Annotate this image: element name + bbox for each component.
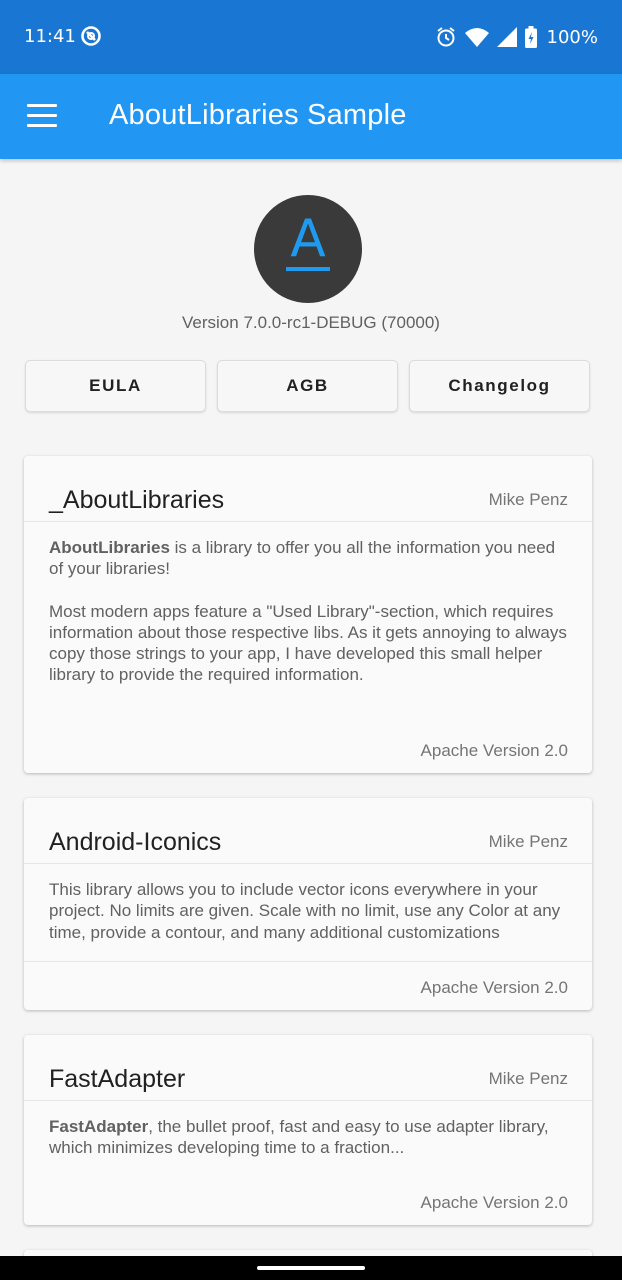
logo-letter: A bbox=[290, 209, 326, 269]
app-version: Version 7.0.0-rc1-DEBUG (70000) bbox=[182, 313, 440, 332]
library-license[interactable]: Apache Version 2.0 bbox=[421, 741, 568, 761]
menu-icon[interactable] bbox=[27, 104, 57, 128]
home-gesture-handle[interactable] bbox=[257, 1266, 365, 1270]
library-author[interactable]: Mike Penz bbox=[489, 1069, 568, 1089]
library-description: This library allows you to include vecto… bbox=[49, 880, 561, 942]
divider bbox=[24, 1100, 592, 1101]
library-description: AboutLibraries is a library to offer you… bbox=[49, 537, 574, 686]
divider bbox=[24, 521, 592, 522]
logo-underline bbox=[286, 267, 330, 271]
library-name: Android-Iconics bbox=[49, 828, 222, 856]
wifi-icon bbox=[464, 28, 489, 47]
app-logo: A bbox=[254, 195, 362, 303]
library-description: FastAdapter, the bullet proof, fast and … bbox=[49, 1116, 574, 1159]
description-paragraph: AboutLibraries is a library to offer you… bbox=[49, 537, 574, 580]
navigation-bar bbox=[0, 1256, 622, 1280]
library-name: _AboutLibraries bbox=[49, 486, 225, 514]
library-name: FastAdapter bbox=[49, 1065, 186, 1093]
status-time: 11:41 bbox=[24, 26, 76, 47]
description-bold: FastAdapter bbox=[49, 1117, 149, 1136]
eula-button[interactable]: EULA bbox=[25, 360, 206, 412]
library-author[interactable]: Mike Penz bbox=[489, 490, 568, 510]
notification-icon bbox=[81, 26, 101, 46]
changelog-button[interactable]: Changelog bbox=[409, 360, 590, 412]
alarm-icon bbox=[436, 27, 455, 47]
library-card-fastadapter[interactable]: FastAdapter Mike Penz FastAdapter, the b… bbox=[24, 1035, 592, 1225]
agb-button[interactable]: AGB bbox=[217, 360, 398, 412]
divider bbox=[24, 961, 592, 962]
status-icons: 100% bbox=[435, 24, 598, 50]
library-card-android-iconics[interactable]: Android-Iconics Mike Penz This library a… bbox=[24, 798, 592, 1010]
library-license[interactable]: Apache Version 2.0 bbox=[421, 1193, 568, 1213]
battery-icon bbox=[524, 26, 537, 48]
toolbar-title: AboutLibraries Sample bbox=[109, 99, 407, 131]
signal-icon bbox=[496, 27, 517, 47]
description-paragraph-2: Most modern apps feature a "Used Library… bbox=[49, 601, 567, 685]
divider bbox=[24, 863, 592, 864]
battery-level: 100% bbox=[546, 26, 598, 48]
app-toolbar: AboutLibraries Sample bbox=[0, 74, 622, 159]
status-bar: 11:41 100% bbox=[0, 0, 622, 74]
description-bold: AboutLibraries bbox=[49, 538, 170, 557]
library-card-aboutlibraries[interactable]: _AboutLibraries Mike Penz AboutLibraries… bbox=[24, 456, 592, 773]
library-author[interactable]: Mike Penz bbox=[489, 832, 568, 852]
library-license[interactable]: Apache Version 2.0 bbox=[421, 978, 568, 998]
